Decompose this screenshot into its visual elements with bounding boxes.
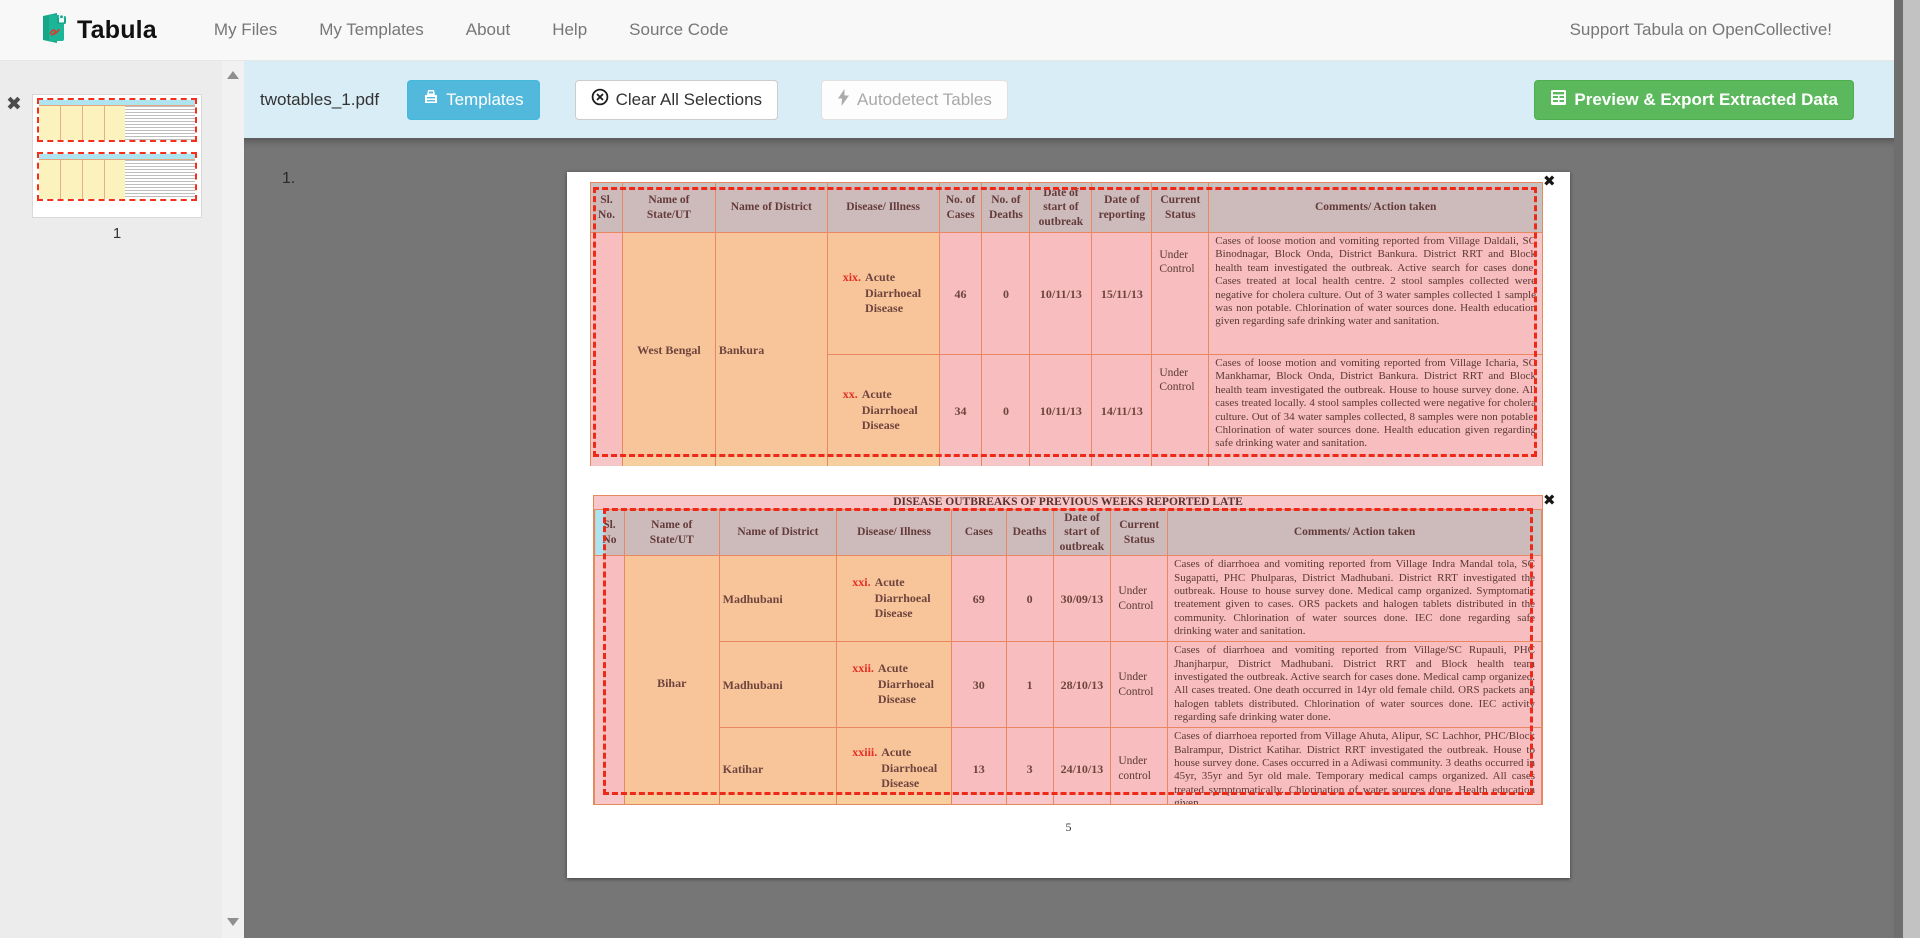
selection-1-close-icon[interactable]: ✖ — [1543, 174, 1556, 189]
mini-table-cells — [39, 160, 125, 199]
delete-page-icon[interactable]: ✖ — [6, 95, 22, 114]
scroll-down-arrow-icon[interactable] — [227, 918, 239, 926]
document-area: 1. Sl. No. Name of State/UT Name of — [244, 138, 1894, 938]
nav-link-about[interactable]: About — [445, 20, 531, 40]
scroll-up-arrow-icon[interactable] — [227, 71, 239, 79]
tabula-logo-icon — [40, 12, 68, 49]
tabula-app: Tabula My Files My Templates About Help … — [0, 0, 1920, 938]
selection-2-close-icon[interactable]: ✖ — [1543, 493, 1556, 508]
mini-table-2 — [39, 154, 195, 199]
lightning-icon — [837, 89, 850, 111]
sidebar-scrollbar[interactable] — [222, 61, 244, 938]
preview-export-button[interactable]: Preview & Export Extracted Data — [1534, 80, 1854, 120]
brand[interactable]: Tabula — [40, 12, 157, 49]
thumbnail-selection-2 — [37, 152, 197, 201]
window-scrollbar-thumb[interactable] — [1894, 0, 1903, 938]
thumbnail-page-number: 1 — [32, 225, 202, 242]
nav-link-my-templates[interactable]: My Templates — [298, 20, 445, 40]
toolbar: twotables_1.pdf Templates — [244, 61, 1894, 138]
mini-table-1 — [39, 100, 195, 140]
mini-table-text — [125, 106, 195, 140]
templates-button[interactable]: Templates — [407, 80, 539, 120]
pdf-page-number: 5 — [567, 820, 1570, 835]
brand-name: Tabula — [77, 16, 157, 45]
export-button-label: Preview & Export Extracted Data — [1574, 90, 1838, 110]
pdf-page[interactable]: Sl. No. Name of State/UT Name of Distric… — [567, 172, 1570, 878]
nav-links: My Files My Templates About Help Source … — [193, 20, 749, 40]
mini-table-text — [125, 160, 195, 199]
thumbnail-selection-1 — [37, 98, 197, 142]
clear-button-label: Clear All Selections — [616, 90, 762, 110]
mini-table-cells — [39, 106, 125, 140]
nav-link-my-files[interactable]: My Files — [193, 20, 298, 40]
open-filename: twotables_1.pdf — [260, 90, 379, 110]
page-thumbnail[interactable] — [32, 94, 202, 218]
thumbnail-sidebar: ✖ 1 — [0, 61, 222, 938]
selection-rect-2[interactable] — [603, 508, 1533, 795]
templates-icon — [423, 89, 439, 110]
nav-link-source-code[interactable]: Source Code — [608, 20, 749, 40]
navbar: Tabula My Files My Templates About Help … — [0, 0, 1920, 61]
table-export-icon — [1550, 89, 1567, 111]
templates-button-label: Templates — [446, 90, 523, 110]
support-opencollective-link[interactable]: Support Tabula on OpenCollective! — [1570, 20, 1832, 40]
selection-rect-1[interactable] — [593, 187, 1537, 457]
page-marker: 1. — [282, 170, 295, 188]
clear-all-selections-button[interactable]: Clear All Selections — [575, 80, 778, 120]
autodetect-button-label: Autodetect Tables — [857, 90, 992, 110]
clear-circle-x-icon — [591, 88, 609, 111]
nav-link-help[interactable]: Help — [531, 20, 608, 40]
window-scrollbar[interactable] — [1894, 0, 1920, 938]
autodetect-tables-button[interactable]: Autodetect Tables — [821, 80, 1008, 120]
main-area: twotables_1.pdf Templates — [244, 61, 1894, 938]
